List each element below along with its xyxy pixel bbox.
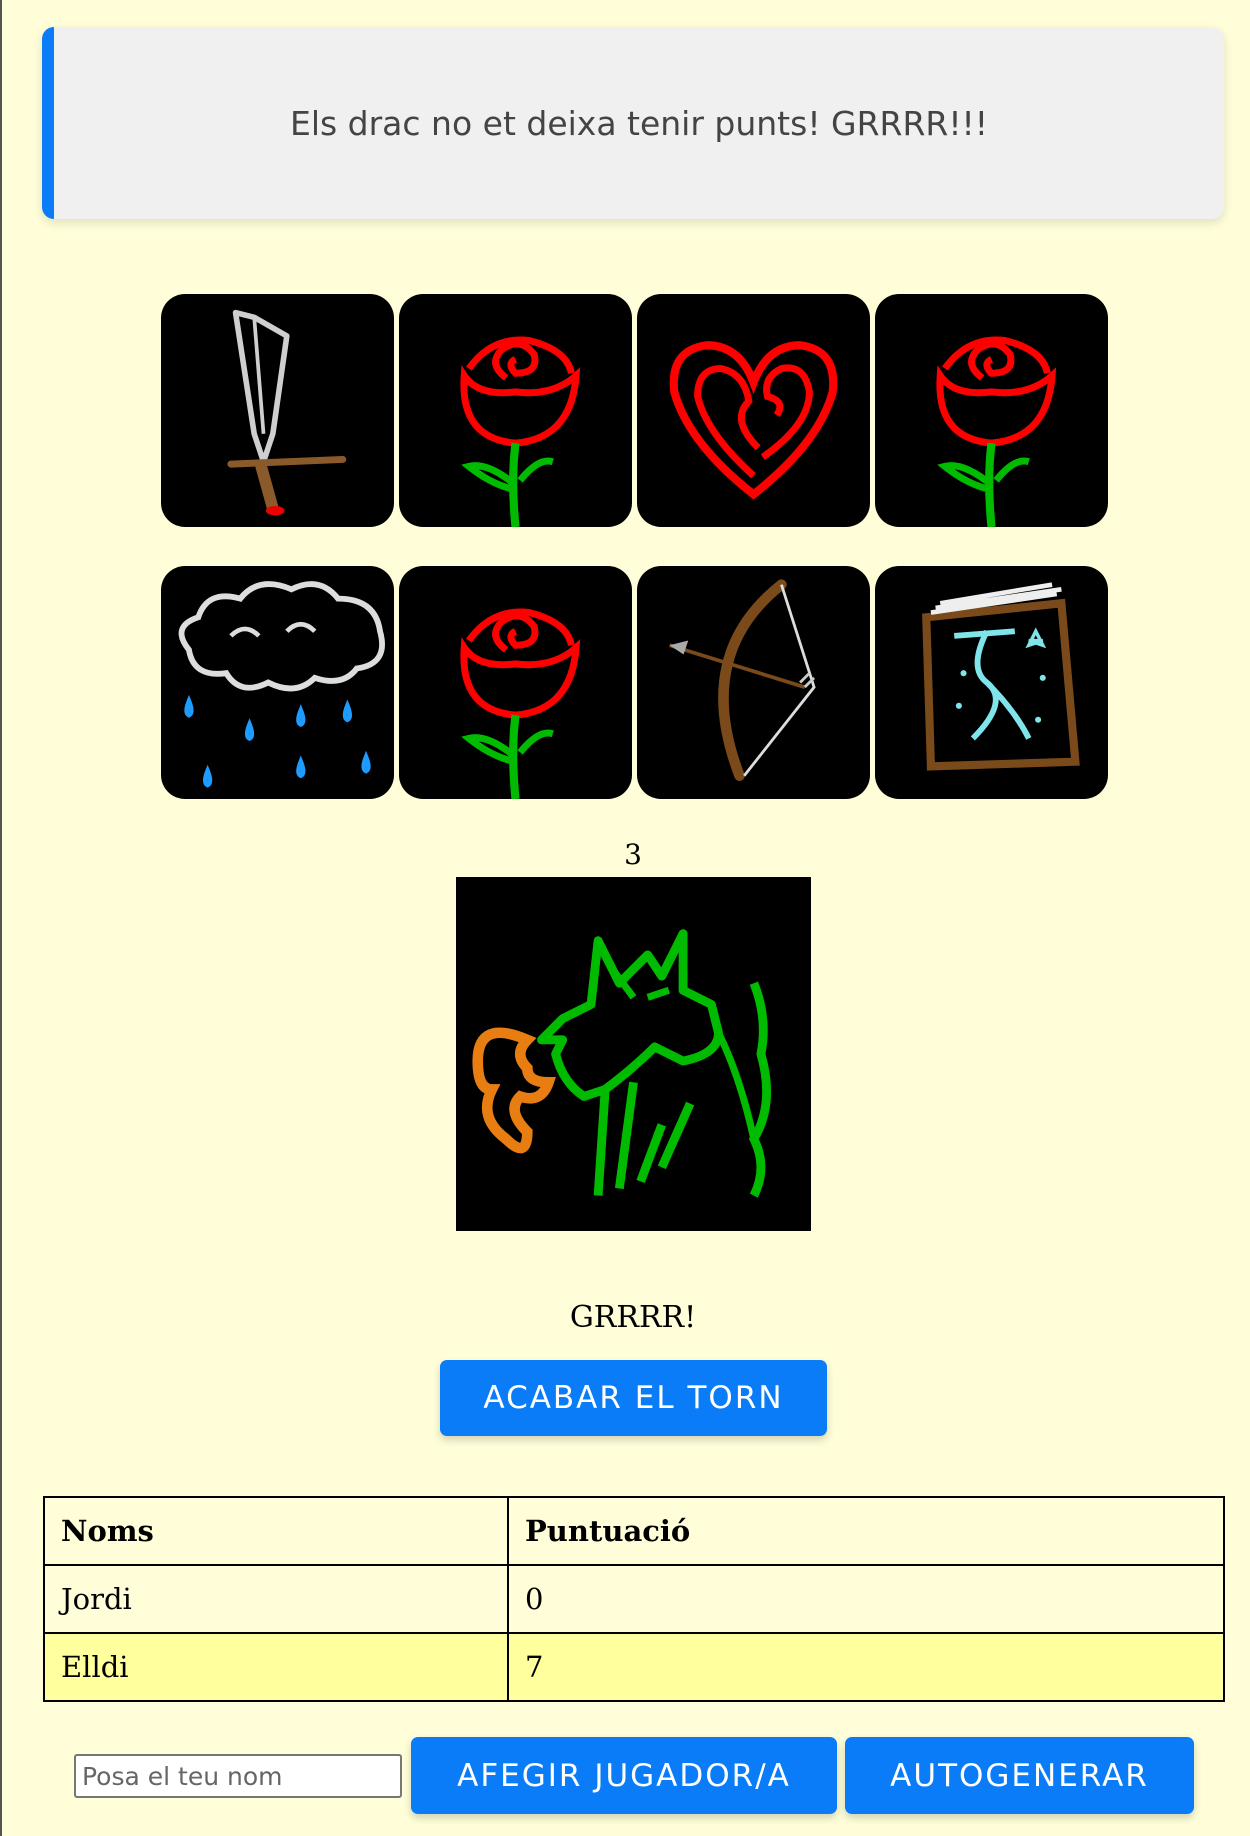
- card-8-spellbook[interactable]: [875, 566, 1108, 799]
- player-name: Elldi: [43, 1632, 509, 1702]
- card-2-rose[interactable]: [399, 294, 632, 527]
- player-score: 0: [507, 1564, 1225, 1634]
- header-score: Puntuació: [507, 1496, 1225, 1566]
- game-page: Els drac no et deixa tenir punts! GRRRR!…: [2, 0, 1250, 1836]
- card-1-sword[interactable]: [161, 294, 394, 527]
- player-name: Jordi: [43, 1564, 509, 1634]
- dragon-counter: 3: [624, 838, 642, 871]
- card-5-rain-cloud[interactable]: [161, 566, 394, 799]
- header-name: Noms: [43, 1496, 509, 1566]
- spellbook-icon: [922, 582, 1080, 771]
- table-header-row: Noms Puntuació: [43, 1496, 1225, 1566]
- scoreboard-table: Noms Puntuació Jordi 0 Elldi 7: [43, 1496, 1225, 1702]
- rain-cloud-icon: [178, 581, 385, 788]
- sword-icon: [227, 309, 347, 516]
- table-row: Jordi 0: [43, 1564, 1225, 1634]
- heart-icon: [669, 341, 838, 500]
- player-name-input[interactable]: [74, 1754, 402, 1798]
- end-turn-button[interactable]: Acabar el torn: [440, 1360, 827, 1436]
- bow-arrow-icon: [669, 579, 816, 781]
- add-player-button[interactable]: Afegir jugador/a: [411, 1737, 837, 1814]
- banner-message: Els drac no et deixa tenir punts! GRRRR!…: [289, 103, 989, 143]
- rose-icon: [460, 608, 581, 799]
- player-score: 7: [507, 1632, 1225, 1702]
- card-4-rose[interactable]: [875, 294, 1108, 527]
- dragon-caption: GRRRR!: [569, 1300, 697, 1335]
- card-7-bow-arrow[interactable]: [637, 566, 870, 799]
- table-row-active: Elldi 7: [43, 1632, 1225, 1702]
- message-banner: Els drac no et deixa tenir punts! GRRRR!…: [42, 27, 1224, 219]
- autogenerate-button[interactable]: Autogenerar: [845, 1737, 1194, 1814]
- dragon-icon: [472, 929, 772, 1198]
- card-6-rose[interactable]: [399, 566, 632, 799]
- dragon-card: [456, 877, 811, 1231]
- rose-icon: [936, 336, 1057, 527]
- card-3-heart[interactable]: [637, 294, 870, 527]
- rose-icon: [460, 336, 581, 527]
